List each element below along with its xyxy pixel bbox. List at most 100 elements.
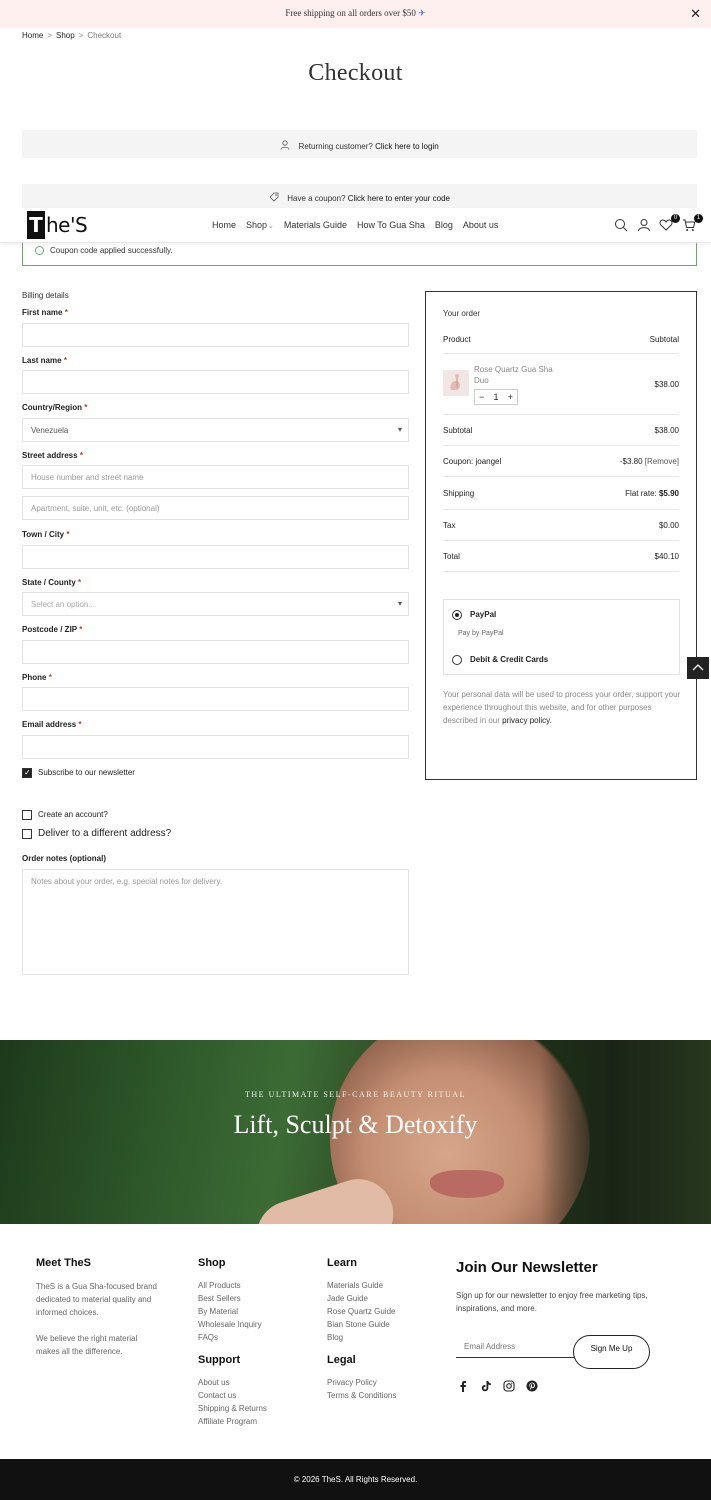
- footer-link-jade-guide[interactable]: Jade Guide: [327, 1294, 368, 1303]
- chevron-right-icon: >: [78, 31, 84, 40]
- tax-row: Tax $0.00: [443, 521, 679, 530]
- newsletter-email-input[interactable]: [456, 1336, 586, 1358]
- breadcrumb-home[interactable]: Home: [22, 31, 43, 40]
- wishlist-icon[interactable]: 0: [659, 214, 680, 234]
- footer-link-affiliate[interactable]: Affiliate Program: [198, 1417, 257, 1426]
- order-table-header: Product Subtotal: [443, 335, 679, 344]
- quantity-stepper: − 1 +: [474, 389, 518, 405]
- footer-link-materials-guide[interactable]: Materials Guide: [327, 1281, 383, 1290]
- create-account-label: Create an account?: [38, 810, 108, 819]
- quantity-value[interactable]: 1: [493, 392, 498, 402]
- cards-label[interactable]: Debit & Credit Cards: [470, 655, 548, 664]
- logo[interactable]: The'S: [27, 211, 88, 239]
- subtotal-row: Subtotal $38.00: [443, 426, 679, 435]
- country-select[interactable]: Venezuela: [22, 418, 409, 442]
- account-icon[interactable]: [637, 218, 653, 234]
- enter-coupon-link[interactable]: Click here to enter your code: [348, 194, 450, 203]
- close-icon[interactable]: ✕: [690, 6, 701, 22]
- footer-link-faqs[interactable]: FAQs: [198, 1333, 218, 1342]
- paypal-description: Pay by PayPal: [458, 630, 504, 637]
- footer-link-bian-stone-guide[interactable]: Bian Stone Guide: [327, 1320, 390, 1329]
- coupon-success-message: Coupon code applied successfully.: [22, 243, 697, 266]
- plus-button[interactable]: +: [508, 392, 513, 402]
- footer-link-best-sellers[interactable]: Best Sellers: [198, 1294, 241, 1303]
- breadcrumb-shop[interactable]: Shop: [56, 31, 75, 40]
- copyright-bar: © 2026 TheS. All Rights Reserved.: [0, 1459, 711, 1500]
- footer-link-all-products[interactable]: All Products: [198, 1281, 241, 1290]
- footer-link-shipping-returns[interactable]: Shipping & Returns: [198, 1404, 267, 1413]
- footer-link-wholesale[interactable]: Wholesale Inquiry: [198, 1320, 262, 1329]
- total-row: Total $40.10: [443, 552, 679, 561]
- postcode-field[interactable]: [22, 640, 409, 664]
- street-address-2-field[interactable]: Apartment, suite, unit, etc. (optional): [22, 496, 409, 520]
- product-name[interactable]: Rose Quartz Gua Sha Duo: [474, 364, 564, 386]
- paypal-radio[interactable]: [452, 610, 462, 620]
- footer-link-about-us[interactable]: About us: [198, 1378, 230, 1387]
- login-link[interactable]: Click here to login: [375, 142, 439, 151]
- facebook-icon[interactable]: [457, 1380, 469, 1392]
- chevron-up-icon: [692, 664, 704, 671]
- returning-customer-notice: Returning customer? Click here to login: [22, 130, 697, 158]
- email-field[interactable]: [22, 735, 409, 759]
- footer-link-contact-us[interactable]: Contact us: [198, 1391, 236, 1400]
- deliver-different-checkbox[interactable]: [22, 829, 32, 839]
- airplane-icon: ✈: [418, 8, 426, 18]
- announcement-bar: Free shipping on all orders over $50 ✈ ✕: [0, 0, 711, 28]
- breadcrumb: Home > Shop > Checkout: [22, 31, 121, 40]
- gua-sha-image: [450, 374, 460, 390]
- nav-blog[interactable]: Blog: [435, 220, 453, 230]
- instagram-icon[interactable]: [503, 1380, 515, 1392]
- country-label: Country/Region *: [22, 403, 88, 412]
- state-county-select[interactable]: Select an option...: [22, 592, 409, 616]
- nav-materials-guide[interactable]: Materials Guide: [284, 220, 347, 230]
- payment-methods: PayPal Pay by PayPal Debit & Credit Card…: [443, 599, 680, 675]
- minus-button[interactable]: −: [479, 392, 484, 402]
- cart-icon[interactable]: 1: [682, 214, 703, 234]
- tag-icon: [269, 192, 279, 202]
- first-name-field[interactable]: [22, 323, 409, 347]
- footer-legal-heading: Legal: [327, 1354, 356, 1366]
- last-name-label: Last name *: [22, 356, 67, 365]
- hero-title: Lift, Sculpt & Detoxify: [233, 1110, 478, 1139]
- nav-shop[interactable]: Shop⌄: [246, 220, 274, 230]
- pinterest-icon[interactable]: [526, 1380, 538, 1392]
- subscribe-checkbox[interactable]: [22, 768, 32, 778]
- town-city-field[interactable]: [22, 545, 409, 569]
- order-notes-field[interactable]: Notes about your order, e.g. special not…: [22, 869, 409, 975]
- footer-link-rose-quartz-guide[interactable]: Rose Quartz Guide: [327, 1307, 395, 1316]
- coupon-notice: Have a coupon? Click here to enter your …: [22, 184, 697, 209]
- remove-coupon-link[interactable]: [Remove]: [645, 457, 679, 466]
- footer-link-by-material[interactable]: By Material: [198, 1307, 238, 1316]
- hero-image-lips: [430, 1170, 504, 1198]
- footer-shop-heading: Shop: [198, 1257, 226, 1269]
- billing-heading: Billing details: [22, 291, 69, 300]
- last-name-field[interactable]: [22, 370, 409, 394]
- chevron-right-icon: >: [47, 31, 53, 40]
- nav-about-us[interactable]: About us: [463, 220, 499, 230]
- newsletter-heading: Join Our Newsletter: [456, 1259, 598, 1276]
- footer-about-text-2: We believe the right material makes all …: [36, 1334, 138, 1356]
- paypal-label[interactable]: PayPal: [470, 610, 496, 619]
- footer-link-blog[interactable]: Blog: [327, 1333, 343, 1342]
- privacy-notice: Your personal data will be used to proce…: [443, 690, 681, 725]
- main-nav: Home Shop⌄ Materials Guide How To Gua Sh…: [212, 220, 498, 230]
- street-address-field[interactable]: House number and street name: [22, 465, 409, 489]
- footer-link-privacy[interactable]: Privacy Policy: [327, 1378, 377, 1387]
- search-icon[interactable]: [614, 218, 630, 234]
- user-icon: [280, 140, 290, 150]
- create-account-checkbox[interactable]: [22, 810, 32, 820]
- footer-about-text: TheS is a Gua Sha-focused brand dedicate…: [36, 1282, 157, 1317]
- footer-link-terms[interactable]: Terms & Conditions: [327, 1391, 396, 1400]
- nav-how-to-gua-sha[interactable]: How To Gua Sha: [357, 220, 425, 230]
- cards-radio[interactable]: [452, 655, 462, 665]
- newsletter-signup-button[interactable]: Sign Me Up: [573, 1335, 650, 1369]
- tiktok-icon[interactable]: [480, 1380, 492, 1392]
- nav-home[interactable]: Home: [212, 220, 236, 230]
- scroll-to-top-button[interactable]: [687, 657, 709, 679]
- privacy-policy-link[interactable]: privacy policy.: [502, 716, 552, 725]
- phone-field[interactable]: [22, 687, 409, 711]
- footer-support-heading: Support: [198, 1354, 241, 1366]
- town-city-label: Town / City *: [22, 530, 70, 539]
- product-thumbnail[interactable]: [443, 370, 469, 396]
- postcode-label: Postcode / ZIP *: [22, 625, 83, 634]
